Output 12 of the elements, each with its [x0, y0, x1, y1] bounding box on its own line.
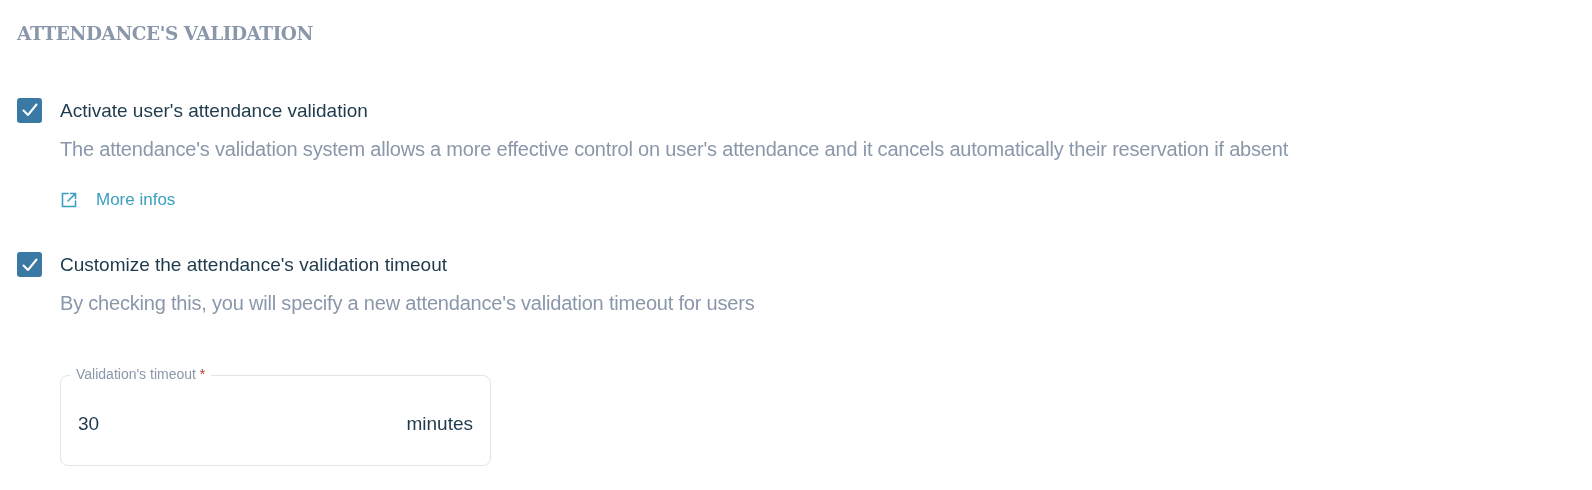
checkbox-label[interactable]: Customize the attendance's validation timeout	[60, 252, 755, 278]
check-icon	[21, 257, 38, 272]
external-link-icon	[60, 190, 78, 209]
checkbox[interactable]	[17, 97, 42, 123]
option-description: The attendance's validation system allows a more effective control on user's attendance and it cancels automatically their reservation if absent	[60, 136, 1289, 161]
field-suffix: minutes	[406, 411, 473, 436]
field-value: 30	[78, 411, 100, 436]
checkbox[interactable]	[17, 252, 42, 278]
check-icon	[21, 103, 38, 118]
checkbox-label[interactable]: Activate user's attendance validation	[60, 97, 1289, 123]
option-description: By checking this, you will specify a new attendance's validation timeout for users	[60, 291, 755, 316]
section-title: ATTENDANCE'S VALIDATION	[17, 22, 314, 46]
